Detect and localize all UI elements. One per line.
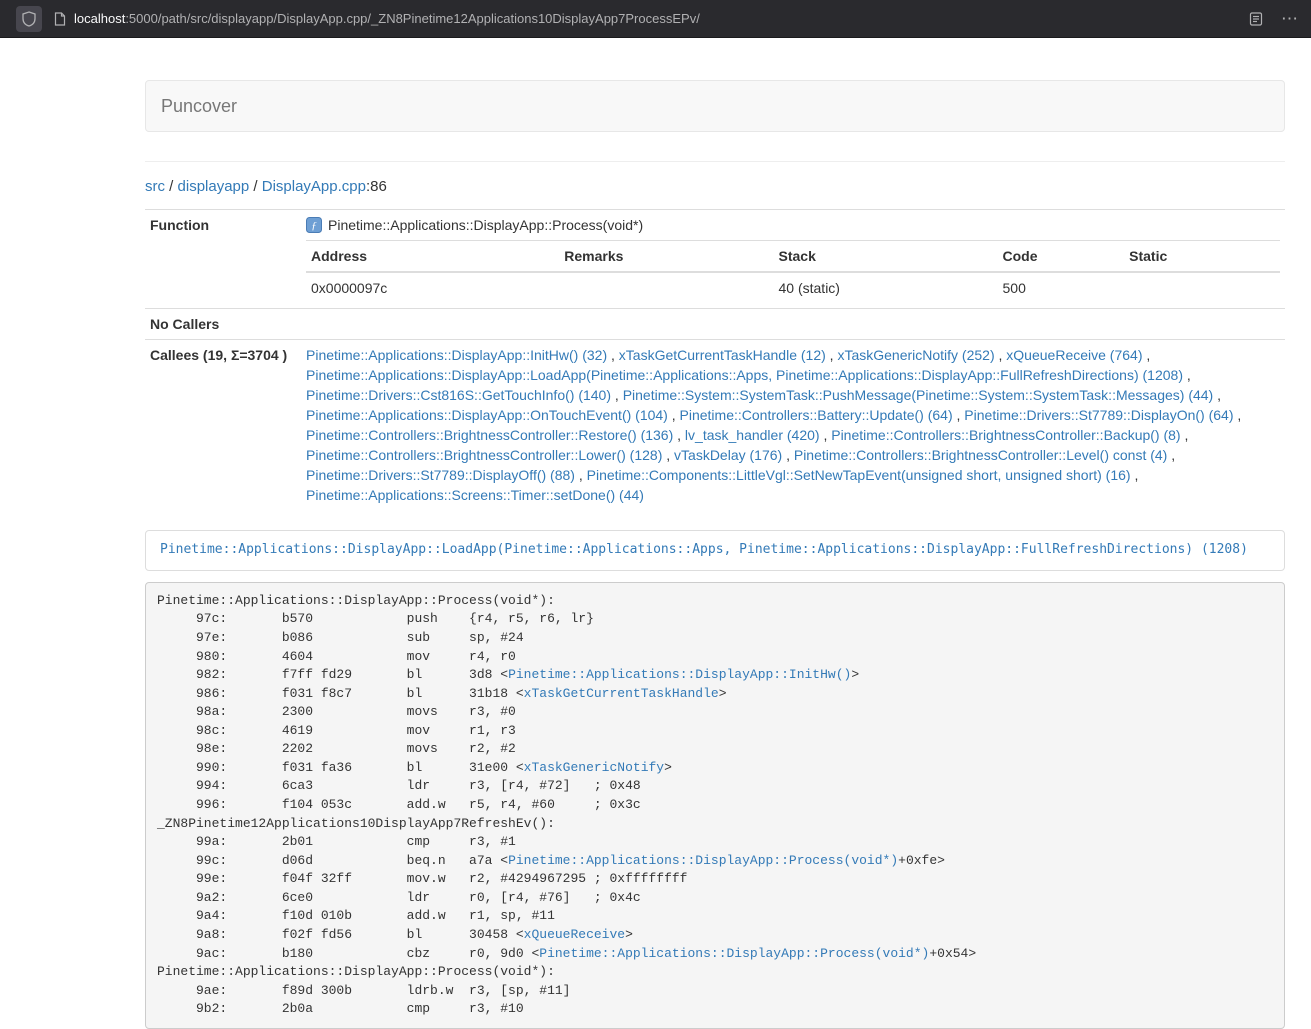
brand-link[interactable]: Puncover [161,96,237,117]
shield-glyph [22,11,36,27]
callee-link[interactable]: Pinetime::Controllers::Battery::Update()… [680,407,953,423]
callee-link[interactable]: Pinetime::Drivers::St7789::DisplayOff() … [306,467,575,483]
url-path: :5000/path/src/displayapp/DisplayApp.cpp… [125,11,700,26]
callee-link[interactable]: Pinetime::Applications::Screens::Timer::… [306,487,644,503]
breadcrumb-separator: / [165,178,178,195]
disassembly-code: Pinetime::Applications::DisplayApp::Proc… [157,593,976,1016]
callee-link[interactable]: Pinetime::System::SystemTask::PushMessag… [623,387,1214,403]
code-value: 500 [998,272,1125,303]
col-address: Address [306,241,559,273]
no-callers-row: No Callers [145,309,1285,340]
callee-link[interactable]: Pinetime::Applications::DisplayApp::Load… [306,367,1183,383]
code-symbol-link[interactable]: xTaskGenericNotify [524,760,664,775]
callees-row: Callees (19, Σ=3704 ) Pinetime::Applicat… [145,340,1285,511]
function-icon-glyph: ƒ [311,220,317,232]
selected-callee-link[interactable]: Pinetime::Applications::DisplayApp::Load… [160,542,1248,557]
no-callers-cell [301,309,1285,340]
callee-link[interactable]: lv_task_handler (420) [685,427,820,443]
callee-link[interactable]: Pinetime::Drivers::St7789::DisplayOn() (… [964,407,1233,423]
selected-callee-panel: Pinetime::Applications::DisplayApp::Load… [145,530,1285,571]
remarks-value [559,272,773,303]
menu-icon[interactable]: ⋯ [1281,10,1299,27]
callees-list: Pinetime::Applications::DisplayApp::Init… [301,340,1285,511]
page-content: Puncover src / displayapp / DisplayApp.c… [145,80,1285,1029]
col-static: Static [1124,241,1280,273]
callee-link[interactable]: Pinetime::Applications::DisplayApp::OnTo… [306,407,668,423]
callee-link[interactable]: Pinetime::Controllers::BrightnessControl… [831,427,1180,443]
app-navbar: Puncover [145,80,1285,132]
code-symbol-link[interactable]: xQueueReceive [524,927,625,942]
function-title-line: ƒ Pinetime::Applications::DisplayApp::Pr… [306,215,1280,235]
callee-link[interactable]: Pinetime::Controllers::BrightnessControl… [306,447,662,463]
function-row: Function ƒ Pinetime::Applications::Displ… [145,210,1285,309]
disassembly-block: Pinetime::Applications::DisplayApp::Proc… [145,582,1285,1029]
breadcrumb-item[interactable]: src [145,178,165,195]
breadcrumb-item[interactable]: displayapp [178,178,250,195]
url-bar[interactable]: localhost:5000/path/src/displayapp/Displ… [54,11,1233,26]
no-callers-label: No Callers [145,309,301,340]
address-value: 0x0000097c [306,272,559,303]
shield-icon[interactable] [16,6,42,32]
col-code: Code [998,241,1125,273]
code-symbol-link[interactable]: Pinetime::Applications::DisplayApp::Init… [508,667,851,682]
function-name: Pinetime::Applications::DisplayApp::Proc… [328,215,643,235]
divider [145,161,1285,162]
url-host: localhost [74,11,125,26]
callee-link[interactable]: vTaskDelay (176) [674,447,782,463]
symbol-table: Address Remarks Stack Code Static 0x0000… [306,240,1280,303]
symbol-row: 0x0000097c 40 (static) 500 [306,272,1280,303]
callee-link[interactable]: xQueueReceive (764) [1006,347,1142,363]
breadcrumb-item: :86 [366,178,387,195]
code-symbol-link[interactable]: Pinetime::Applications::DisplayApp::Proc… [508,853,898,868]
breadcrumb-item[interactable]: DisplayApp.cpp [262,178,366,195]
page-icon [54,12,66,26]
code-symbol-link[interactable]: xTaskGetCurrentTaskHandle [524,686,719,701]
col-stack: Stack [774,241,998,273]
breadcrumb-separator: / [249,178,262,195]
static-value [1124,272,1280,303]
callee-link[interactable]: xTaskGetCurrentTaskHandle (12) [619,347,826,363]
reader-mode-icon[interactable] [1249,12,1263,26]
browser-actions: ⋯ [1249,10,1299,27]
col-remarks: Remarks [559,241,773,273]
browser-chrome: localhost:5000/path/src/displayapp/Displ… [0,0,1311,38]
callee-link[interactable]: xTaskGenericNotify (252) [837,347,994,363]
callee-link[interactable]: Pinetime::Applications::DisplayApp::Init… [306,347,607,363]
callees-label: Callees (19, Σ=3704 ) [145,340,301,511]
stack-value: 40 (static) [774,272,998,303]
callee-link[interactable]: Pinetime::Drivers::Cst816S::GetTouchInfo… [306,387,611,403]
symbol-table-header: Address Remarks Stack Code Static [306,241,1280,273]
url-text: localhost:5000/path/src/displayapp/Displ… [74,11,700,26]
function-icon: ƒ [306,217,322,233]
callee-link[interactable]: Pinetime::Controllers::BrightnessControl… [794,447,1167,463]
function-label: Function [145,210,301,309]
callee-link[interactable]: Pinetime::Controllers::BrightnessControl… [306,427,673,443]
callee-link[interactable]: Pinetime::Components::LittleVgl::SetNewT… [587,467,1131,483]
breadcrumb: src / displayapp / DisplayApp.cpp:86 [145,178,1285,195]
function-info-table: Function ƒ Pinetime::Applications::Displ… [145,209,1285,510]
code-symbol-link[interactable]: Pinetime::Applications::DisplayApp::Proc… [539,946,929,961]
